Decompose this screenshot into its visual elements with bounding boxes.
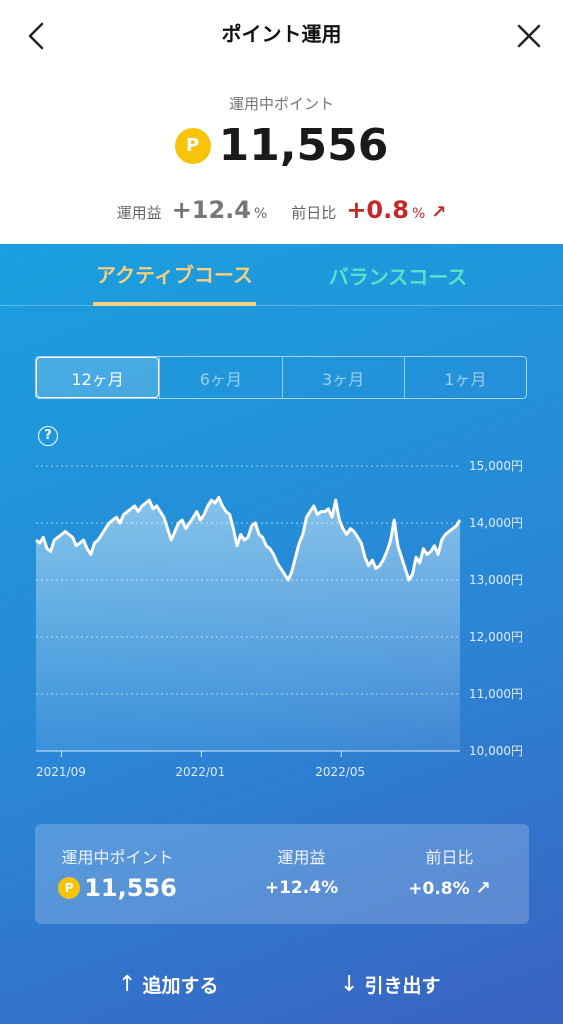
period-selector: 12ヶ月 6ヶ月 3ヶ月 1ヶ月 xyxy=(35,356,527,399)
investment-panel: アクティブコース バランスコース 12ヶ月 6ヶ月 3ヶ月 1ヶ月 ? 15,0… xyxy=(0,244,563,1024)
performance-chart: 15,000円 14,000円 13,000円 12,000円 11,000円 10,00… xyxy=(35,459,523,779)
close-icon[interactable] xyxy=(509,16,549,56)
withdraw-label: 引き出す xyxy=(364,974,441,997)
x-tick-label: 2022/05 xyxy=(315,765,365,779)
period-6-months[interactable]: 6ヶ月 xyxy=(159,357,281,398)
summary-profit-label: 運用益 xyxy=(277,848,326,867)
profit-unit: % xyxy=(253,206,268,222)
points-label: 運用中ポイント xyxy=(228,95,334,113)
summary-profit-value: +12.4% xyxy=(264,878,339,898)
period-1-month[interactable]: 1ヶ月 xyxy=(403,357,526,398)
points-summary: 運用中ポイント P 11,556 運用益 +12.4 % 前日比 +0.8 % … xyxy=(0,80,563,244)
withdraw-button[interactable]: ↓ 引き出す xyxy=(340,964,440,1004)
period-12-months[interactable]: 12ヶ月 xyxy=(36,357,160,398)
tab-active-course[interactable]: アクティブコース xyxy=(93,244,256,306)
points-amount-row: P 11,556 xyxy=(0,120,563,171)
trend-up-icon: ↗ xyxy=(475,878,491,899)
profit-label: 運用益 xyxy=(116,204,162,222)
course-tabs: アクティブコース バランスコース xyxy=(0,244,563,306)
point-coin-icon: P xyxy=(174,127,211,164)
summary-daily-value: +0.8% xyxy=(408,878,470,899)
y-tick-label: 12,000円 xyxy=(469,630,523,644)
tab-balance-course[interactable]: バランスコース xyxy=(318,244,478,306)
daily-change-value: +0.8 xyxy=(346,196,409,224)
summary-points-col: 運用中ポイント P 11,556 xyxy=(35,824,200,924)
arrow-down-icon: ↓ xyxy=(340,971,359,997)
y-tick-label: 10,000円 xyxy=(469,744,523,758)
summary-points-value-row: P 11,556 xyxy=(35,874,200,902)
profit-value: +12.4 xyxy=(171,196,251,224)
arrow-up-icon: ↑ xyxy=(118,971,137,997)
header: ポイント運用 xyxy=(0,0,563,70)
daily-change-label: 前日比 xyxy=(291,204,337,222)
daily-change-unit: % xyxy=(411,206,426,222)
x-tick-label: 2021/09 xyxy=(36,765,86,779)
summary-profit-col: 運用益 +12.4% xyxy=(219,824,384,924)
y-tick-label: 13,000円 xyxy=(469,573,523,587)
x-tick-label: 2022/01 xyxy=(175,765,225,779)
trend-up-icon: ↗ xyxy=(431,202,447,223)
page-title: ポイント運用 xyxy=(221,22,342,46)
points-amount: 11,556 xyxy=(218,120,389,171)
action-bar: ↑ 追加する ↓ 引き出す xyxy=(0,964,563,1004)
add-button[interactable]: ↑ 追加する xyxy=(118,964,218,1004)
summary-points-label: 運用中ポイント xyxy=(61,848,174,867)
help-icon[interactable]: ? xyxy=(38,426,58,446)
period-3-months[interactable]: 3ヶ月 xyxy=(281,357,404,398)
y-tick-label: 14,000円 xyxy=(469,516,523,530)
summary-points-value: 11,556 xyxy=(84,874,177,902)
point-coin-icon: P xyxy=(58,877,81,899)
summary-daily-label: 前日比 xyxy=(425,848,474,867)
y-tick-label: 11,000円 xyxy=(469,687,523,701)
add-label: 追加する xyxy=(142,974,219,997)
summary-daily-value-row: +0.8% ↗ xyxy=(367,878,532,899)
y-tick-label: 15,000円 xyxy=(469,459,523,473)
performance-summary-box: 運用中ポイント P 11,556 運用益 +12.4% 前日比 +0.8% ↗ xyxy=(35,824,529,924)
summary-daily-col: 前日比 +0.8% ↗ xyxy=(367,824,532,924)
summary-stats: 運用益 +12.4 % 前日比 +0.8 % ↗ xyxy=(0,196,563,224)
